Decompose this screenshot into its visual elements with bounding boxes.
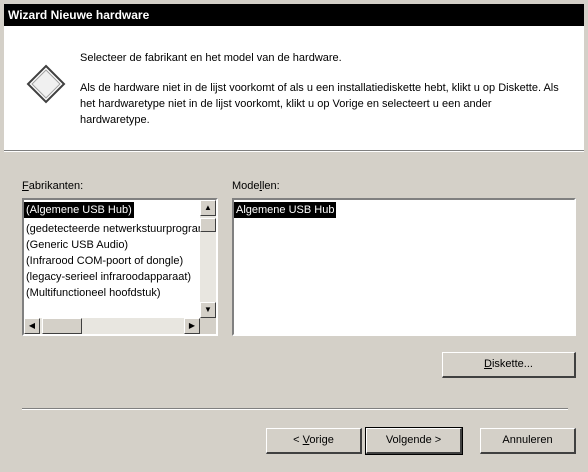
list-item[interactable]: (gedetecteerde netwerkstuurprogramma's)	[24, 221, 200, 237]
list-item[interactable]: Algemene USB Hub	[234, 202, 574, 221]
list-item[interactable]: (Multifunctioneel hoofdstuk)	[24, 285, 200, 301]
list-item[interactable]: (Generic USB Audio)	[24, 237, 200, 253]
window-title: Wizard Nieuwe hardware	[8, 8, 150, 22]
hardware-wizard-window: Wizard Nieuwe hardware Selecteer de fabr…	[0, 0, 588, 472]
diamond-hardware-icon	[26, 64, 66, 104]
models-label: Modellen:	[232, 180, 280, 192]
manufacturers-vertical-scrollbar[interactable]: ▲ ▼	[200, 200, 216, 318]
arrow-right-icon[interactable]: ▶	[184, 318, 200, 334]
footer-divider	[22, 408, 568, 410]
arrow-left-icon[interactable]: ◀	[24, 318, 40, 334]
models-listbox[interactable]: Algemene USB Hub	[232, 198, 576, 336]
manufacturers-label: Fabrikanten:	[22, 180, 84, 192]
list-item[interactable]: (Algemene USB Hub)	[24, 202, 200, 221]
horizontal-scroll-thumb[interactable]	[42, 318, 82, 334]
header-divider	[4, 150, 584, 152]
diskette-button[interactable]: Diskette...	[442, 352, 576, 378]
manufacturers-horizontal-scrollbar[interactable]: ◀ ▶	[24, 318, 200, 334]
list-item[interactable]: (legacy-serieel infraroodapparaat)	[24, 269, 200, 285]
header-details-text: Als de hardware niet in de lijst voorkom…	[80, 82, 559, 126]
list-item[interactable]: (Infrarood COM-poort of dongle)	[24, 253, 200, 269]
title-bar[interactable]: Wizard Nieuwe hardware	[4, 4, 584, 26]
next-button[interactable]: Volgende >	[365, 427, 463, 455]
back-button[interactable]: < Vorige	[266, 428, 362, 454]
manufacturers-listbox[interactable]: (Algemene USB Hub) (gedetecteerde netwer…	[22, 198, 218, 336]
header-intro-text: Selecteer de fabrikant en het model van …	[80, 52, 342, 64]
cancel-button[interactable]: Annuleren	[480, 428, 576, 454]
scrollbar-corner	[200, 318, 216, 334]
arrow-down-icon[interactable]: ▼	[200, 302, 216, 318]
arrow-up-icon[interactable]: ▲	[200, 200, 216, 216]
vertical-scroll-thumb[interactable]	[200, 218, 216, 232]
